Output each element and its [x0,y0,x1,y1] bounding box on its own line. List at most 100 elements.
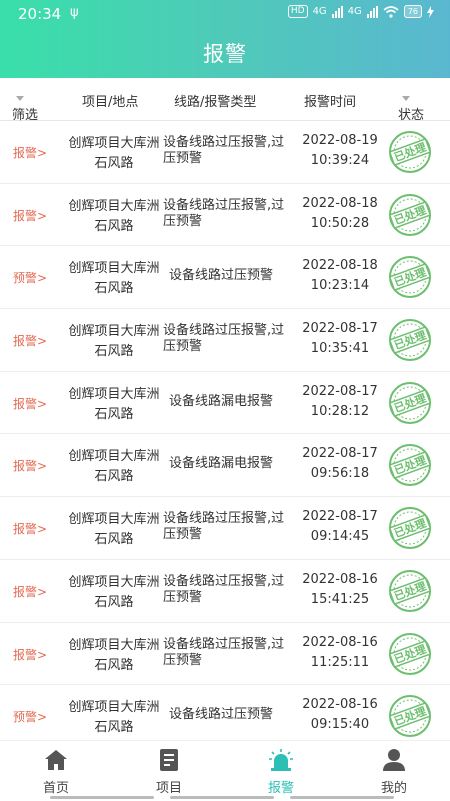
processed-stamp-icon: 已处理 [388,319,432,362]
project-name: 创辉项目大库洲 [68,574,160,590]
alarm-row[interactable]: 报警> 创辉项目大库洲 石风路 设备线路过压报警,过压预警 2022-08-16… [0,560,450,623]
alarm-description: 设备线路漏电报警 [169,393,274,409]
project-location: 创辉项目大库洲 石风路 [68,510,160,550]
wifi-icon [383,5,399,18]
alarm-timestamp: 2022-08-16 09:15:40 [296,695,384,735]
nav-gesture-bar [50,796,154,799]
location-name: 石风路 [94,281,134,297]
page-title: 报警 [203,42,247,66]
tab-mine[interactable]: 我的 [338,741,450,801]
alarm-description: 设备线路过压报警,过压预警 [163,323,285,355]
processed-stamp-icon: 已处理 [388,569,432,612]
alarm-time-column-header: 报警时间 [304,95,357,110]
tab-alarm[interactable]: 报警 [225,741,337,801]
alarm-list: 报警> 创辉项目大库洲 石风路 设备线路过压报警,过压预警 2022-08-19… [0,121,450,748]
status-dropdown[interactable]: 状态 [398,91,424,123]
alarm-clock-time: 10:23:14 [310,278,370,294]
alarm-type-link[interactable]: 报警> [13,583,47,600]
svg-text:已处理: 已处理 [392,391,428,415]
project-name: 创辉项目大库洲 [68,198,160,214]
alarm-type-link[interactable]: 报警> [13,520,47,537]
nav-gesture-bar [290,796,394,799]
project-location: 创辉项目大库洲 石风路 [68,447,160,487]
network-label-1: 4G [312,6,327,17]
alarm-row[interactable]: 报警> 创辉项目大库洲 石风路 设备线路过压报警,过压预警 2022-08-18… [0,184,450,247]
alarm-row[interactable]: 报警> 创辉项目大库洲 石风路 设备线路漏电报警 2022-08-17 10:2… [0,372,450,435]
alarm-row[interactable]: 报警> 创辉项目大库洲 石风路 设备线路过压报警,过压预警 2022-08-17… [0,309,450,372]
project-name: 创辉项目大库洲 [68,700,160,716]
project-name: 创辉项目大库洲 [68,324,160,340]
project-location: 创辉项目大库洲 石风路 [68,259,160,299]
processed-stamp-icon: 已处理 [388,444,432,487]
alarm-timestamp: 2022-08-17 09:56:18 [296,444,384,484]
processed-stamp-icon: 已处理 [388,632,432,675]
alarm-date: 2022-08-18 [302,195,378,211]
alarm-type-link[interactable]: 报警> [13,144,47,161]
alarm-type-link[interactable]: 报警> [13,395,47,412]
alarm-type-link[interactable]: 报警> [13,207,47,224]
alarm-description: 设备线路过压报警,过压预警 [163,636,285,668]
tab-home[interactable]: 首页 [0,741,112,801]
network-label-2: 4G [347,6,362,17]
project-icon [160,749,178,771]
app-header: 20:34 ψ HD 4G 4G 76 报警 [0,0,450,78]
filter-dropdown[interactable]: 筛选 [12,91,38,123]
alarm-clock-time: 11:25:11 [310,654,370,670]
home-icon [45,750,67,770]
alarm-type-link[interactable]: 预警> [13,269,47,286]
project-name: 创辉项目大库洲 [68,136,160,151]
location-name: 石风路 [94,594,134,610]
project-location: 创辉项目大库洲 石风路 [68,573,160,613]
caret-down-icon [16,96,24,101]
alarm-row[interactable]: 报警> 创辉项目大库洲 石风路 设备线路过压报警,过压预警 2022-08-16… [0,623,450,686]
alarm-type-link[interactable]: 报警> [13,646,47,663]
project-column-header: 项目/地点 [82,95,139,110]
alarm-type-link[interactable]: 报警> [13,457,47,474]
project-name: 创辉项目大库洲 [68,637,160,653]
alarm-clock-time: 09:14:45 [310,529,370,545]
svg-text:已处理: 已处理 [392,202,428,226]
alarm-clock-time: 10:39:24 [310,153,370,168]
processed-stamp-icon: 已处理 [388,381,432,424]
nav-gesture-bar [170,796,274,799]
status-bar: 20:34 ψ HD 4G 4G 76 [0,0,450,28]
alarm-row[interactable]: 预警> 创辉项目大库洲 石风路 设备线路过压预警 2022-08-16 09:1… [0,685,450,748]
alarm-type-link[interactable]: 报警> [13,332,47,349]
svg-text:已处理: 已处理 [392,328,428,352]
alarm-description: 设备线路过压报警,过压预警 [163,135,285,166]
line-type-column-header: 线路/报警类型 [174,95,257,110]
alarm-clock-time: 09:15:40 [310,717,370,733]
battery-icon: 76 [403,5,422,18]
alarm-timestamp: 2022-08-16 15:41:25 [296,570,384,610]
alarm-row[interactable]: 报警> 创辉项目大库洲 石风路 设备线路过压报警,过压预警 2022-08-17… [0,497,450,560]
alarm-timestamp: 2022-08-18 10:23:14 [296,256,384,296]
signal-icon-2 [366,5,378,18]
alarm-timestamp: 2022-08-17 10:35:41 [296,319,384,359]
project-location: 创辉项目大库洲 石风路 [68,322,160,362]
location-name: 石风路 [94,218,134,234]
tab-label: 项目 [155,781,182,796]
location-name: 石风路 [94,406,134,422]
project-location: 创辉项目大库洲 石风路 [68,134,160,174]
alarm-row[interactable]: 报警> 创辉项目大库洲 石风路 设备线路漏电报警 2022-08-17 09:5… [0,434,450,498]
processed-stamp-icon: 已处理 [388,695,432,738]
alarm-timestamp: 2022-08-19 10:39:24 [296,131,384,171]
project-location: 创辉项目大库洲 石风路 [68,197,160,237]
svg-text:已处理: 已处理 [392,453,428,477]
charging-icon [427,5,434,18]
alarm-description: 设备线路过压报警,过压预警 [163,573,285,605]
alarm-date: 2022-08-17 [302,383,378,399]
user-icon [383,749,405,771]
clock: 20:34 [18,5,62,23]
processed-stamp-icon: 已处理 [388,256,432,299]
alarm-row[interactable]: 报警> 创辉项目大库洲 石风路 设备线路过压报警,过压预警 2022-08-19… [0,121,450,184]
alarm-row[interactable]: 预警> 创辉项目大库洲 石风路 设备线路过压预警 2022-08-18 10:2… [0,246,450,310]
usb-icon: ψ [70,5,79,20]
alarm-date: 2022-08-18 [302,258,378,274]
alarm-description: 设备线路过压报警,过压预警 [163,511,285,543]
tab-project[interactable]: 项目 [113,741,225,801]
alarm-timestamp: 2022-08-16 11:25:11 [296,633,384,673]
project-name: 创辉项目大库洲 [68,512,160,528]
alarm-type-link[interactable]: 预警> [13,708,47,725]
project-location: 创辉项目大库洲 石风路 [68,636,160,676]
